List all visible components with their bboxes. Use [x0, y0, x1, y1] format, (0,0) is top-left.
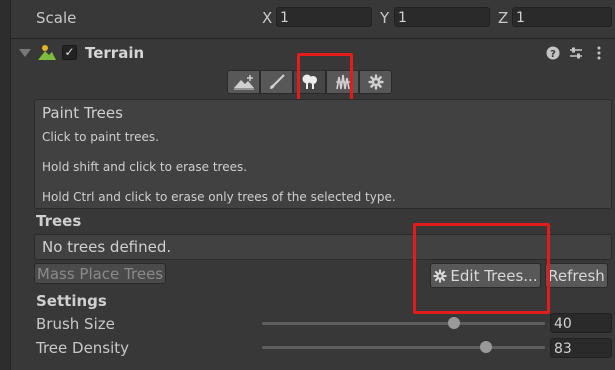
- scale-z-axis-label: Z: [498, 9, 509, 27]
- help-line: Hold Ctrl and click to erase only trees …: [42, 190, 396, 204]
- scale-z-field[interactable]: 1: [512, 7, 612, 27]
- component-separator: [10, 38, 615, 39]
- settings-icon: [367, 74, 384, 90]
- scale-label: Scale: [36, 9, 77, 27]
- raise-terrain-icon: [233, 75, 254, 90]
- tree-density-field[interactable]: 83: [550, 338, 612, 358]
- presets-icon[interactable]: [569, 46, 583, 60]
- inspector-left-rail: [0, 0, 11, 370]
- tree-density-label: Tree Density: [36, 339, 130, 357]
- paint-trees-help-box: Paint Trees Click to paint trees. Hold s…: [34, 99, 612, 209]
- terrain-component-icon: [38, 45, 56, 60]
- component-enabled-checkbox[interactable]: ✓: [62, 45, 77, 60]
- help-title: Paint Trees: [42, 104, 123, 122]
- raise-terrain-tool[interactable]: [227, 70, 260, 94]
- component-title: Terrain: [85, 44, 145, 62]
- brush-size-label: Brush Size: [36, 315, 115, 333]
- more-options-icon[interactable]: [596, 46, 602, 60]
- scale-y-axis-label: Y: [380, 9, 390, 27]
- foldout-arrow-icon[interactable]: [19, 49, 31, 57]
- trees-section-title: Trees: [36, 212, 82, 230]
- help-icon[interactable]: ?: [546, 46, 560, 60]
- help-line: Hold shift and click to erase trees.: [42, 160, 248, 174]
- paint-texture-tool[interactable]: [260, 70, 293, 94]
- terrain-settings-tool[interactable]: [359, 70, 392, 94]
- tree-density-slider-track[interactable]: [262, 346, 545, 349]
- edit-trees-highlight-box: [413, 223, 550, 314]
- mass-place-trees-button[interactable]: Mass Place Trees: [34, 263, 166, 284]
- scale-x-field[interactable]: 1: [276, 7, 372, 27]
- brush-size-field[interactable]: 40: [550, 313, 612, 333]
- refresh-button[interactable]: Refresh: [545, 263, 608, 288]
- settings-section-title: Settings: [36, 292, 107, 310]
- tree-density-slider-thumb[interactable]: [479, 341, 492, 353]
- paint-brush-icon: [269, 74, 285, 89]
- brush-size-slider-track[interactable]: [262, 322, 545, 325]
- help-line: Click to paint trees.: [42, 130, 159, 144]
- scale-x-axis-label: X: [262, 9, 273, 27]
- scale-y-field[interactable]: 1: [394, 7, 490, 27]
- svg-text:?: ?: [550, 49, 556, 60]
- brush-size-slider-thumb[interactable]: [448, 317, 461, 329]
